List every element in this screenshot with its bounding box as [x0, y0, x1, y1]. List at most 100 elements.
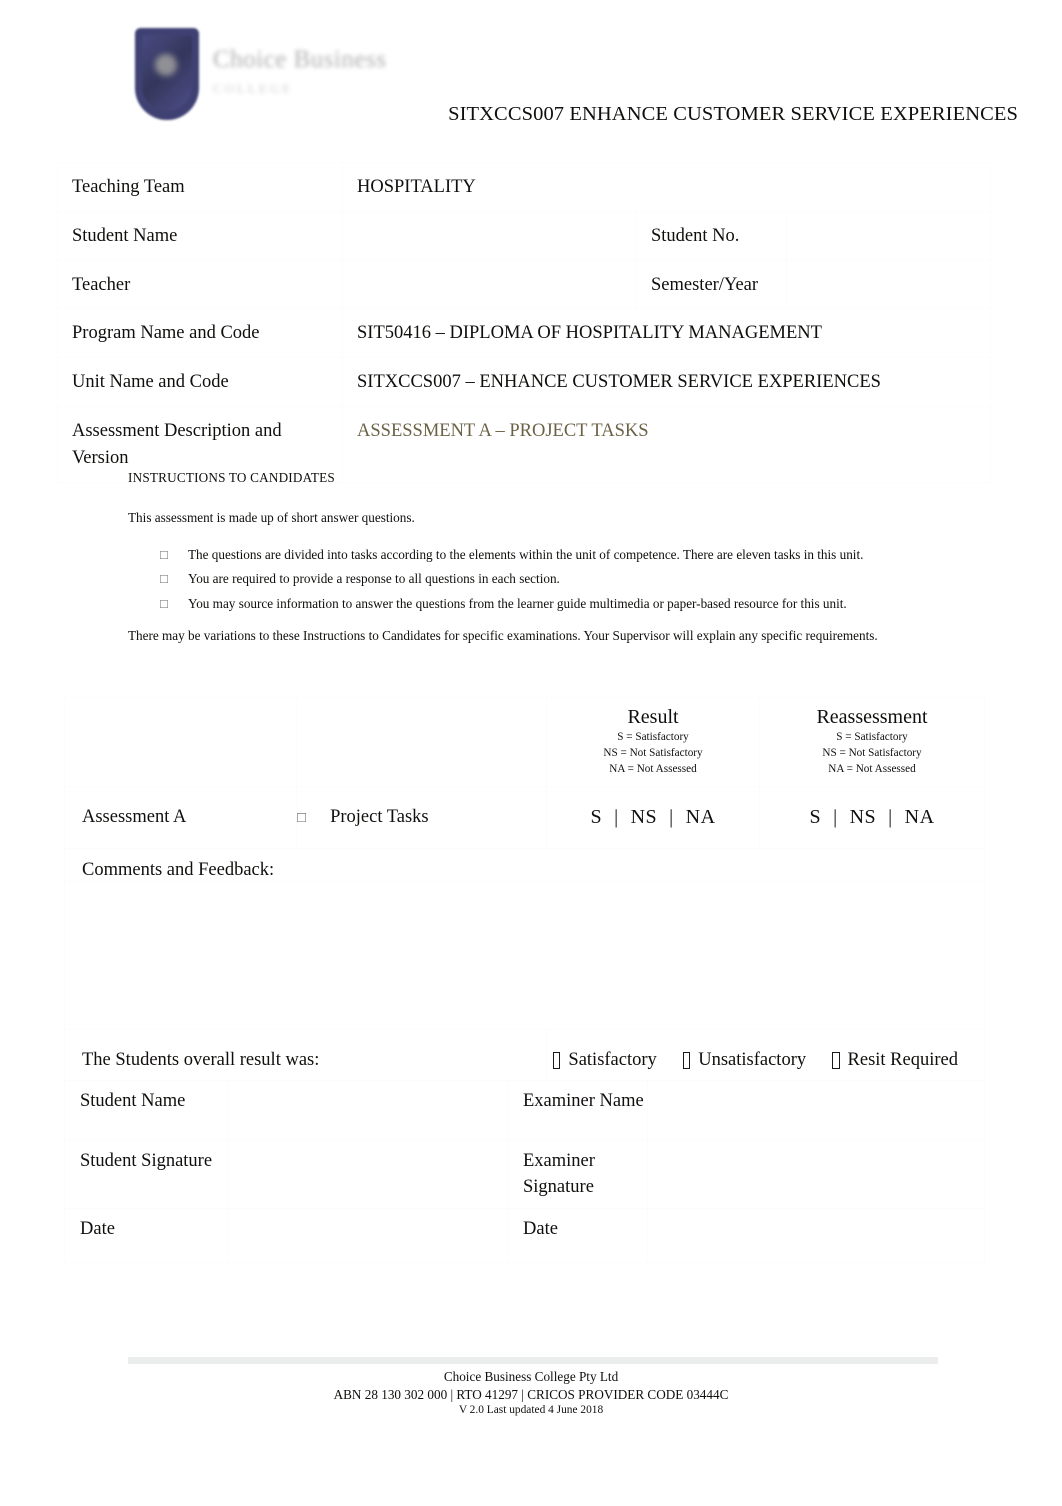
- result-grade-ns[interactable]: NS: [628, 806, 661, 828]
- bullet-box-icon: □: [160, 546, 168, 562]
- reassessment-grade-selector[interactable]: S | NS | NA: [759, 785, 985, 849]
- grade-separator: |: [669, 805, 674, 828]
- info-label-program: Program Name and Code: [57, 308, 343, 359]
- label-student-date: Date: [64, 1208, 228, 1264]
- checkbox-unsatisfactory[interactable]: [682, 1051, 691, 1069]
- instructions-section: INSTRUCTIONS TO CANDIDATES This assessme…: [128, 468, 890, 646]
- info-label-unit: Unit Name and Code: [57, 357, 343, 408]
- checkbox-resit-required[interactable]: [832, 1051, 840, 1069]
- logo-wordmark: Choice Business COLLEGE: [213, 28, 386, 97]
- info-value-unit: SITXCCS007 – ENHANCE CUSTOMER SERVICE EX…: [341, 357, 992, 408]
- info-label-semester-year: Semester/Year: [636, 259, 787, 310]
- info-value-teaching-team[interactable]: HOSPITALITY: [341, 162, 992, 212]
- list-item-text: You are required to provide a response t…: [188, 571, 560, 587]
- info-value-teacher[interactable]: [342, 259, 637, 310]
- comments-input-area[interactable]: [64, 880, 985, 1030]
- checkbox-satisfactory[interactable]: [553, 1051, 561, 1069]
- list-item-text: The questions are divided into tasks acc…: [188, 546, 864, 562]
- result-grade-s[interactable]: S: [587, 806, 605, 828]
- result-grade-selector[interactable]: S | NS | NA: [546, 785, 760, 849]
- field-examiner-name[interactable]: [647, 1080, 985, 1141]
- logo-name-line2: COLLEGE: [213, 81, 294, 96]
- table-row: Student Signature Examiner Signature: [64, 1139, 985, 1210]
- info-value-student-no[interactable]: [785, 210, 992, 261]
- comments-label: Comments and Feedback:: [64, 847, 985, 882]
- field-examiner-date[interactable]: [647, 1208, 985, 1264]
- footer-line-1: Choice Business College Pty Ltd: [443, 1369, 619, 1384]
- table-row: Comments and Feedback:: [64, 847, 985, 882]
- list-item-text: You may source information to answer the…: [188, 596, 847, 612]
- grade-separator: |: [888, 805, 893, 828]
- table-row: Date Date: [64, 1208, 985, 1264]
- document-header: Choice Business COLLEGE SITXCCS007 ENHAN…: [0, 0, 1062, 150]
- table-row: [64, 880, 985, 1030]
- document-footer: Choice Business College Pty Ltd ABN 28 1…: [0, 1368, 1062, 1419]
- table-row: Program Name and Code SIT50416 – DIPLOMA…: [57, 308, 992, 359]
- reassessment-grade-na[interactable]: NA: [902, 806, 938, 828]
- signature-table: Student Name Examiner Name Student Signa…: [64, 1080, 985, 1264]
- reassessment-column-header: Reassessment S = Satisfactory NS = Not S…: [759, 697, 985, 787]
- instructions-tail: There may be variations to these Instruc…: [128, 627, 878, 643]
- assessment-task-label: Project Tasks: [330, 806, 429, 827]
- result-key-line-2: NS = Not Satisfactory: [603, 746, 703, 759]
- label-student-name: Student Name: [64, 1080, 228, 1141]
- info-value-program: SIT50416 – DIPLOMA OF HOSPITALITY MANAGE…: [341, 308, 992, 359]
- table-row: Teaching Team HOSPITALITY: [57, 162, 992, 212]
- field-examiner-signature[interactable]: [647, 1139, 985, 1210]
- result-key-line-1: S = Satisfactory: [617, 731, 689, 743]
- list-item: □ The questions are divided into tasks a…: [128, 546, 890, 565]
- table-row: Student Name Student No.: [57, 210, 992, 261]
- instructions-bullet-list: □ The questions are divided into tasks a…: [128, 546, 890, 614]
- result-column-header: Result S = Satisfactory NS = Not Satisfa…: [546, 697, 760, 787]
- table-row: Student Name Examiner Name: [64, 1080, 985, 1141]
- grade-separator: |: [614, 805, 619, 828]
- college-logo: Choice Business COLLEGE: [135, 28, 386, 120]
- info-value-student-name[interactable]: [342, 210, 637, 261]
- label-examiner-signature: Examiner Signature: [507, 1139, 648, 1210]
- instructions-heading: INSTRUCTIONS TO CANDIDATES: [128, 470, 335, 485]
- assessment-task-cell: □ Project Tasks: [296, 785, 547, 849]
- result-and-feedback-table: Result S = Satisfactory NS = Not Satisfa…: [64, 697, 985, 1092]
- result-grade-na[interactable]: NA: [683, 806, 719, 828]
- assessment-info-table: Teaching Team HOSPITALITY Student Name S…: [57, 162, 992, 484]
- shield-crest-icon: [135, 28, 199, 120]
- result-header-spacer: [64, 697, 297, 787]
- footer-divider: [128, 1357, 938, 1364]
- reassessment-header-title: Reassessment: [816, 706, 928, 728]
- label-examiner-date: Date: [507, 1208, 648, 1264]
- table-row: Teacher Semester/Year: [57, 259, 992, 310]
- result-header-title: Result: [627, 706, 679, 728]
- bullet-box-icon: □: [160, 596, 168, 612]
- info-label-teacher: Teacher: [57, 259, 343, 310]
- info-label-teaching-team: Teaching Team: [57, 162, 343, 212]
- result-key-line-3: NA = Not Assessed: [609, 762, 697, 775]
- checkbox-label-resit-required: Resit Required: [847, 1049, 958, 1070]
- reassessment-key-line-3: NA = Not Assessed: [828, 762, 916, 775]
- field-student-name[interactable]: [227, 1080, 508, 1141]
- field-student-date[interactable]: [227, 1208, 508, 1264]
- reassessment-key-line-1: S = Satisfactory: [836, 731, 908, 743]
- list-item: □ You may source information to answer t…: [128, 595, 890, 614]
- grade-separator: |: [833, 805, 838, 828]
- table-row: Result S = Satisfactory NS = Not Satisfa…: [64, 697, 985, 787]
- logo-name-line1: Choice Business: [213, 46, 387, 73]
- label-student-signature: Student Signature: [64, 1139, 228, 1210]
- info-value-semester-year[interactable]: [785, 259, 992, 310]
- footer-line-3: V 2.0 Last updated 4 June 2018: [458, 1404, 604, 1417]
- result-header-spacer-2: [296, 697, 547, 787]
- checkbox-label-satisfactory: Satisfactory: [568, 1049, 657, 1070]
- info-label-student-no: Student No.: [636, 210, 787, 261]
- table-row: Unit Name and Code SITXCCS007 – ENHANCE …: [57, 357, 992, 408]
- bullet-box-icon: □: [160, 571, 168, 587]
- assessment-label: Assessment A: [64, 785, 297, 849]
- info-label-student-name: Student Name: [57, 210, 343, 261]
- field-student-signature[interactable]: [227, 1139, 508, 1210]
- label-examiner-name: Examiner Name: [507, 1080, 648, 1141]
- list-item: □ You are required to provide a response…: [128, 570, 890, 589]
- reassessment-key-line-2: NS = Not Satisfactory: [822, 746, 922, 759]
- checkbox-label-unsatisfactory: Unsatisfactory: [698, 1049, 807, 1070]
- reassessment-grade-s[interactable]: S: [806, 806, 824, 828]
- footer-line-2: ABN 28 130 302 000 | RTO 41297 | CRICOS …: [333, 1386, 729, 1402]
- task-box-icon: □: [297, 809, 307, 826]
- reassessment-grade-ns[interactable]: NS: [847, 806, 880, 828]
